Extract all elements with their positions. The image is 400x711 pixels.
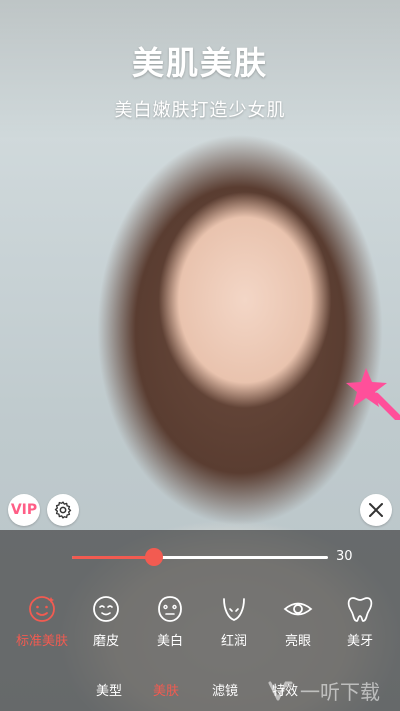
- magic-wand-star-icon: [346, 368, 400, 420]
- close-button[interactable]: [360, 494, 392, 526]
- whitening-mask-icon: [158, 596, 182, 622]
- tooth-icon: [347, 597, 373, 622]
- settings-button[interactable]: [47, 494, 79, 526]
- tool-label: 亮眼: [284, 634, 311, 649]
- tool-label: 美牙: [346, 634, 373, 649]
- tab-skin[interactable]: 美肤: [153, 680, 179, 699]
- tool-label: 美白: [156, 634, 183, 649]
- tab-shape[interactable]: 美型: [96, 680, 122, 699]
- watermark-logo-icon: [268, 681, 293, 701]
- watermark: 一听下载: [264, 672, 400, 708]
- slider-value: 30: [336, 549, 353, 564]
- beauty-tools: 标准美肤 磨皮 美白 红润 亮眼 美牙: [0, 594, 400, 658]
- tool-bright-eyes[interactable]: 亮眼: [266, 594, 330, 649]
- intensity-slider[interactable]: [72, 548, 328, 566]
- vip-button[interactable]: VIP: [8, 494, 40, 526]
- tab-filter[interactable]: 滤镜: [212, 680, 238, 699]
- rosy-chin-icon: [223, 598, 245, 621]
- promo-subtitle: 美白嫩肤打造少女肌: [114, 100, 286, 121]
- close-icon: [369, 503, 383, 517]
- tool-label: 红润: [220, 634, 247, 649]
- tool-smooth[interactable]: 磨皮: [74, 594, 138, 649]
- vip-label: VIP: [10, 502, 38, 518]
- tool-rosy[interactable]: 红润: [202, 594, 266, 649]
- promo-title: 美肌美肤: [131, 44, 268, 82]
- gear-icon: [54, 501, 72, 519]
- smooth-face-icon: [93, 596, 119, 622]
- tool-teeth[interactable]: 美牙: [328, 594, 392, 649]
- watermark-text: 一听下载: [300, 679, 380, 704]
- slider-thumb[interactable]: [145, 548, 163, 566]
- tool-standard-beauty[interactable]: 标准美肤: [10, 594, 74, 649]
- smart-face-icon: [29, 596, 55, 622]
- tool-label: 磨皮: [92, 634, 119, 649]
- tool-whitening[interactable]: 美白: [138, 594, 202, 649]
- tool-label: 标准美肤: [15, 634, 68, 649]
- slider-fill: [72, 556, 154, 559]
- eye-icon: [283, 602, 313, 616]
- promo-header: 美肌美肤 美白嫩肤打造少女肌: [0, 38, 400, 122]
